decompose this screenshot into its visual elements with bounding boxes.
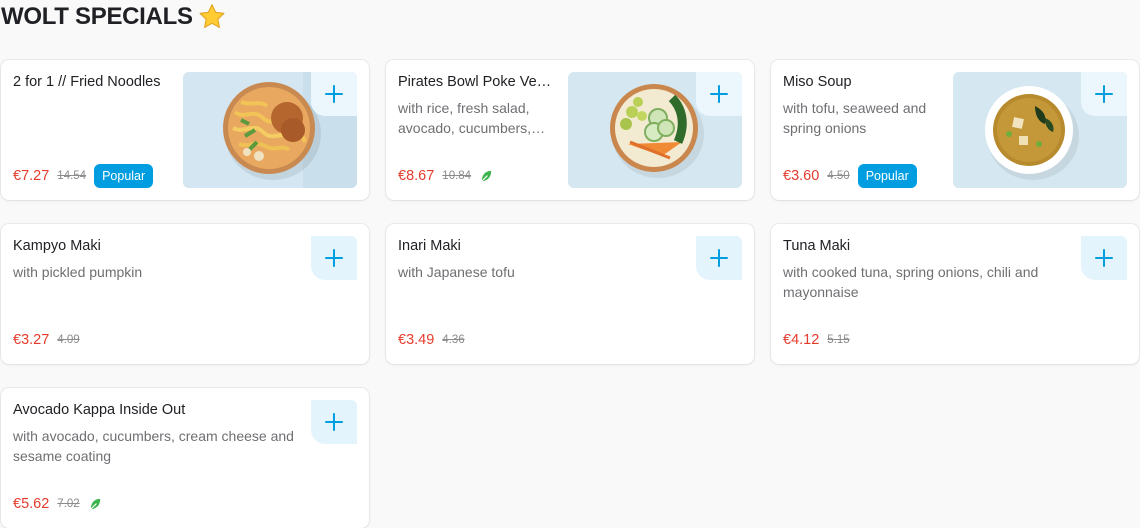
menu-item-card[interactable]: Inari Maki with Japanese tofu €3.49 4.36 [386,224,754,364]
menu-item-price-row: €8.67 10.84 [398,164,494,188]
add-to-cart-button[interactable] [311,400,357,444]
menu-item-name: Avocado Kappa Inside Out [13,402,186,418]
section-title-text: WOLT SPECIALS [1,3,193,30]
plus-icon [325,249,343,267]
menu-item-original-price: 4.36 [442,334,465,346]
menu-item-description: with rice, fresh salad, avocado, cucumbe… [398,100,532,136]
menu-item-name: 2 for 1 // Fried Noodles [13,74,161,90]
menu-item-text: Pirates Bowl Poke Vegan with rice, fresh… [398,72,556,138]
menu-item-description: with pickled pumpkin [13,264,143,280]
menu-item-price: €7.27 [13,168,50,184]
menu-item-price-row: €4.12 5.15 [783,328,850,352]
menu-item-price-row: €7.27 14.54 Popular [13,164,154,188]
menu-item-price: €5.62 [13,496,50,512]
add-to-cart-button[interactable] [696,72,742,116]
add-to-cart-button[interactable] [1081,236,1127,280]
menu-item-text: Avocado Kappa Inside Out with avocado, c… [13,400,305,466]
menu-item-description: with tofu, seaweed and spring onions [783,100,927,136]
menu-item-original-price: 14.54 [57,170,87,182]
menu-item-description: with cooked tuna, spring onions, chili a… [783,264,1039,300]
vegan-leaf-icon [481,170,492,182]
menu-item-original-price: 5.15 [827,334,850,346]
menu-item-card[interactable]: 2 for 1 // Fried Noodles €7.27 14.54 Pop… [1,60,369,200]
menu-item-price-row: €5.62 7.02 [13,492,103,516]
menu-item-name: Tuna Maki [783,238,851,254]
menu-item-card[interactable]: Kampyo Maki with pickled pumpkin €3.27 4… [1,224,369,364]
menu-item-text: Inari Maki with Japanese tofu [398,236,690,282]
add-to-cart-button[interactable] [311,236,357,280]
menu-item-name: Miso Soup [783,74,852,90]
menu-item-text: Miso Soup with tofu, seaweed and spring … [783,72,941,138]
menu-item-original-price: 10.84 [442,170,472,182]
add-to-cart-button[interactable] [696,236,742,280]
menu-item-price-row: €3.60 4.50 Popular [783,164,917,188]
plus-icon [325,85,343,103]
popular-badge: Popular [94,164,154,188]
menu-item-text: Kampyo Maki with pickled pumpkin [13,236,305,282]
plus-icon [710,249,728,267]
menu-item-text: 2 for 1 // Fried Noodles [13,72,171,92]
plus-icon [325,413,343,431]
star-icon [199,4,225,28]
add-to-cart-button[interactable] [311,72,357,116]
menu-item-original-price: 7.02 [57,498,80,510]
popular-badge: Popular [857,164,917,188]
add-to-cart-button[interactable] [1081,72,1127,116]
menu-item-original-price: 4.50 [827,170,850,182]
menu-item-price: €8.67 [398,168,435,184]
menu-item-name: Pirates Bowl Poke Vegan [398,74,556,90]
vegan-leaf-icon [90,498,100,510]
menu-item-price: €3.27 [13,332,50,348]
menu-item-price: €3.49 [398,332,435,348]
menu-item-description: with avocado, cucumbers, cream cheese an… [13,428,294,464]
menu-item-price: €4.12 [783,332,820,348]
menu-item-price-row: €3.49 4.36 [398,328,465,352]
menu-item-description: with Japanese tofu [398,264,515,280]
menu-item-name: Inari Maki [398,238,461,254]
menu-item-card[interactable]: Miso Soup with tofu, seaweed and spring … [771,60,1139,200]
menu-item-price-row: €3.27 4.09 [13,328,80,352]
plus-icon [710,85,728,103]
menu-item-card[interactable]: Tuna Maki with cooked tuna, spring onion… [771,224,1139,364]
menu-item-text: Tuna Maki with cooked tuna, spring onion… [783,236,1075,302]
menu-item-name: Kampyo Maki [13,238,101,254]
menu-item-card[interactable]: Avocado Kappa Inside Out with avocado, c… [1,388,369,528]
menu-item-original-price: 4.09 [57,334,80,346]
plus-icon [1095,85,1113,103]
menu-item-price: €3.60 [783,168,820,184]
plus-icon [1095,249,1113,267]
section-title: WOLT SPECIALS [1,2,227,32]
menu-item-card[interactable]: Pirates Bowl Poke Vegan with rice, fresh… [386,60,754,200]
